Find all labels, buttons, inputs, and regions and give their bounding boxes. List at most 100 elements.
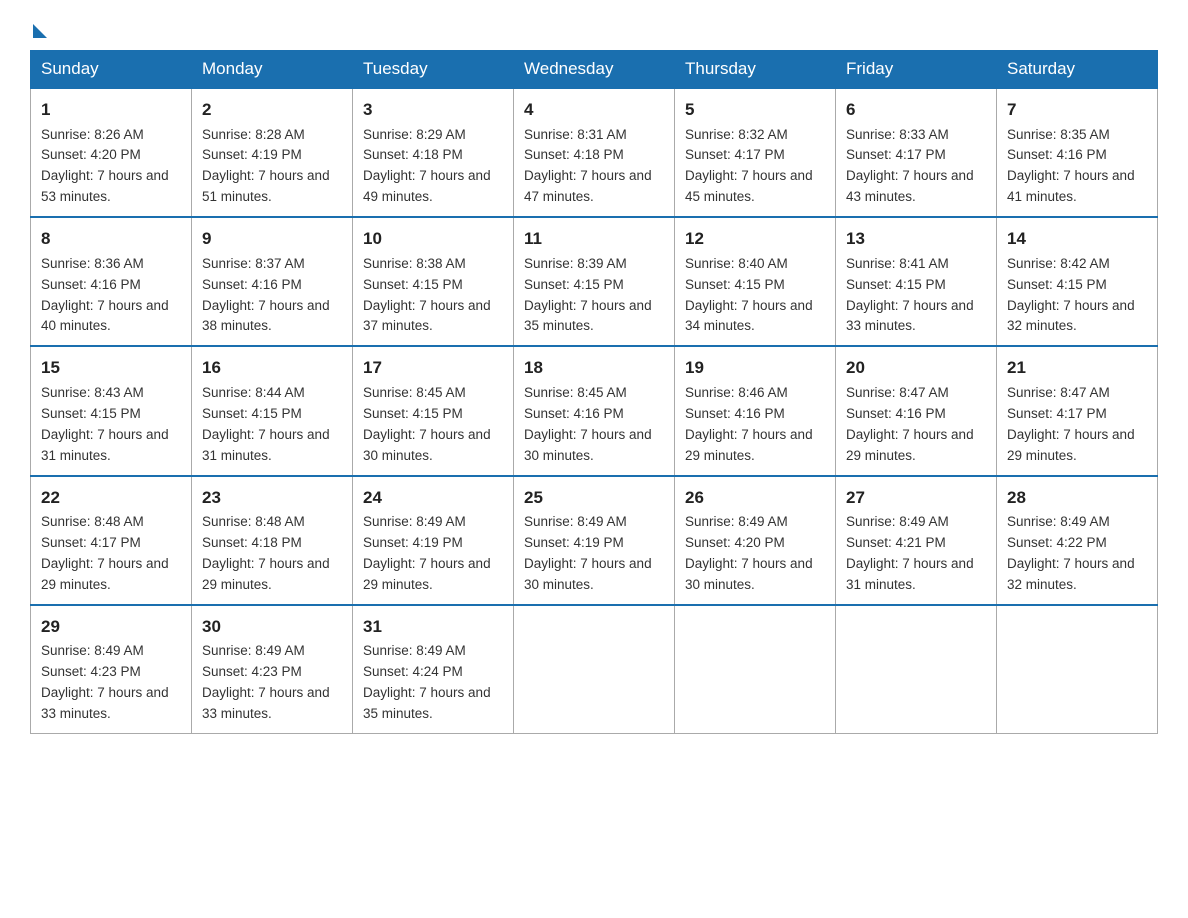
day-info: Sunrise: 8:32 AMSunset: 4:17 PMDaylight:… xyxy=(685,125,825,209)
day-number: 25 xyxy=(524,485,664,511)
day-number: 7 xyxy=(1007,97,1147,123)
day-info: Sunrise: 8:36 AMSunset: 4:16 PMDaylight:… xyxy=(41,254,181,338)
day-number: 26 xyxy=(685,485,825,511)
days-header-row: SundayMondayTuesdayWednesdayThursdayFrid… xyxy=(31,51,1158,89)
day-info: Sunrise: 8:33 AMSunset: 4:17 PMDaylight:… xyxy=(846,125,986,209)
day-info: Sunrise: 8:38 AMSunset: 4:15 PMDaylight:… xyxy=(363,254,503,338)
calendar-cell: 17 Sunrise: 8:45 AMSunset: 4:15 PMDaylig… xyxy=(353,346,514,475)
day-number: 21 xyxy=(1007,355,1147,381)
day-info: Sunrise: 8:48 AMSunset: 4:17 PMDaylight:… xyxy=(41,512,181,596)
calendar-cell: 8 Sunrise: 8:36 AMSunset: 4:16 PMDayligh… xyxy=(31,217,192,346)
page-header xyxy=(30,20,1158,34)
day-info: Sunrise: 8:47 AMSunset: 4:16 PMDaylight:… xyxy=(846,383,986,467)
day-info: Sunrise: 8:43 AMSunset: 4:15 PMDaylight:… xyxy=(41,383,181,467)
day-number: 5 xyxy=(685,97,825,123)
day-number: 28 xyxy=(1007,485,1147,511)
day-info: Sunrise: 8:46 AMSunset: 4:16 PMDaylight:… xyxy=(685,383,825,467)
calendar-cell: 11 Sunrise: 8:39 AMSunset: 4:15 PMDaylig… xyxy=(514,217,675,346)
day-number: 13 xyxy=(846,226,986,252)
day-number: 1 xyxy=(41,97,181,123)
day-info: Sunrise: 8:39 AMSunset: 4:15 PMDaylight:… xyxy=(524,254,664,338)
day-number: 29 xyxy=(41,614,181,640)
day-info: Sunrise: 8:44 AMSunset: 4:15 PMDaylight:… xyxy=(202,383,342,467)
logo xyxy=(30,20,47,34)
calendar-cell: 22 Sunrise: 8:48 AMSunset: 4:17 PMDaylig… xyxy=(31,476,192,605)
day-info: Sunrise: 8:47 AMSunset: 4:17 PMDaylight:… xyxy=(1007,383,1147,467)
day-info: Sunrise: 8:45 AMSunset: 4:16 PMDaylight:… xyxy=(524,383,664,467)
day-number: 30 xyxy=(202,614,342,640)
week-row-4: 22 Sunrise: 8:48 AMSunset: 4:17 PMDaylig… xyxy=(31,476,1158,605)
day-number: 27 xyxy=(846,485,986,511)
calendar-cell: 10 Sunrise: 8:38 AMSunset: 4:15 PMDaylig… xyxy=(353,217,514,346)
day-info: Sunrise: 8:49 AMSunset: 4:23 PMDaylight:… xyxy=(202,641,342,725)
day-info: Sunrise: 8:41 AMSunset: 4:15 PMDaylight:… xyxy=(846,254,986,338)
calendar-table: SundayMondayTuesdayWednesdayThursdayFrid… xyxy=(30,50,1158,734)
calendar-cell xyxy=(514,605,675,734)
day-header-wednesday: Wednesday xyxy=(514,51,675,89)
day-header-monday: Monday xyxy=(192,51,353,89)
calendar-cell: 29 Sunrise: 8:49 AMSunset: 4:23 PMDaylig… xyxy=(31,605,192,734)
calendar-cell: 15 Sunrise: 8:43 AMSunset: 4:15 PMDaylig… xyxy=(31,346,192,475)
week-row-2: 8 Sunrise: 8:36 AMSunset: 4:16 PMDayligh… xyxy=(31,217,1158,346)
day-info: Sunrise: 8:49 AMSunset: 4:22 PMDaylight:… xyxy=(1007,512,1147,596)
day-number: 11 xyxy=(524,226,664,252)
calendar-cell: 1 Sunrise: 8:26 AMSunset: 4:20 PMDayligh… xyxy=(31,88,192,217)
day-number: 24 xyxy=(363,485,503,511)
day-info: Sunrise: 8:49 AMSunset: 4:21 PMDaylight:… xyxy=(846,512,986,596)
day-number: 14 xyxy=(1007,226,1147,252)
week-row-3: 15 Sunrise: 8:43 AMSunset: 4:15 PMDaylig… xyxy=(31,346,1158,475)
day-info: Sunrise: 8:31 AMSunset: 4:18 PMDaylight:… xyxy=(524,125,664,209)
day-info: Sunrise: 8:45 AMSunset: 4:15 PMDaylight:… xyxy=(363,383,503,467)
calendar-cell: 21 Sunrise: 8:47 AMSunset: 4:17 PMDaylig… xyxy=(997,346,1158,475)
calendar-cell: 31 Sunrise: 8:49 AMSunset: 4:24 PMDaylig… xyxy=(353,605,514,734)
calendar-cell: 3 Sunrise: 8:29 AMSunset: 4:18 PMDayligh… xyxy=(353,88,514,217)
day-number: 10 xyxy=(363,226,503,252)
day-info: Sunrise: 8:49 AMSunset: 4:19 PMDaylight:… xyxy=(363,512,503,596)
day-info: Sunrise: 8:48 AMSunset: 4:18 PMDaylight:… xyxy=(202,512,342,596)
day-number: 16 xyxy=(202,355,342,381)
day-number: 3 xyxy=(363,97,503,123)
day-number: 23 xyxy=(202,485,342,511)
calendar-cell: 28 Sunrise: 8:49 AMSunset: 4:22 PMDaylig… xyxy=(997,476,1158,605)
day-number: 9 xyxy=(202,226,342,252)
calendar-cell: 23 Sunrise: 8:48 AMSunset: 4:18 PMDaylig… xyxy=(192,476,353,605)
calendar-cell: 6 Sunrise: 8:33 AMSunset: 4:17 PMDayligh… xyxy=(836,88,997,217)
calendar-cell: 16 Sunrise: 8:44 AMSunset: 4:15 PMDaylig… xyxy=(192,346,353,475)
day-info: Sunrise: 8:35 AMSunset: 4:16 PMDaylight:… xyxy=(1007,125,1147,209)
day-header-saturday: Saturday xyxy=(997,51,1158,89)
day-number: 6 xyxy=(846,97,986,123)
day-info: Sunrise: 8:28 AMSunset: 4:19 PMDaylight:… xyxy=(202,125,342,209)
calendar-cell: 2 Sunrise: 8:28 AMSunset: 4:19 PMDayligh… xyxy=(192,88,353,217)
calendar-cell: 4 Sunrise: 8:31 AMSunset: 4:18 PMDayligh… xyxy=(514,88,675,217)
calendar-cell xyxy=(675,605,836,734)
day-number: 17 xyxy=(363,355,503,381)
day-number: 18 xyxy=(524,355,664,381)
day-number: 2 xyxy=(202,97,342,123)
calendar-cell: 5 Sunrise: 8:32 AMSunset: 4:17 PMDayligh… xyxy=(675,88,836,217)
day-number: 19 xyxy=(685,355,825,381)
calendar-cell: 20 Sunrise: 8:47 AMSunset: 4:16 PMDaylig… xyxy=(836,346,997,475)
calendar-cell xyxy=(836,605,997,734)
day-number: 31 xyxy=(363,614,503,640)
calendar-cell: 14 Sunrise: 8:42 AMSunset: 4:15 PMDaylig… xyxy=(997,217,1158,346)
day-number: 15 xyxy=(41,355,181,381)
week-row-1: 1 Sunrise: 8:26 AMSunset: 4:20 PMDayligh… xyxy=(31,88,1158,217)
day-number: 22 xyxy=(41,485,181,511)
week-row-5: 29 Sunrise: 8:49 AMSunset: 4:23 PMDaylig… xyxy=(31,605,1158,734)
calendar-cell xyxy=(997,605,1158,734)
day-number: 20 xyxy=(846,355,986,381)
day-number: 12 xyxy=(685,226,825,252)
day-info: Sunrise: 8:26 AMSunset: 4:20 PMDaylight:… xyxy=(41,125,181,209)
day-info: Sunrise: 8:40 AMSunset: 4:15 PMDaylight:… xyxy=(685,254,825,338)
calendar-cell: 18 Sunrise: 8:45 AMSunset: 4:16 PMDaylig… xyxy=(514,346,675,475)
day-number: 4 xyxy=(524,97,664,123)
day-info: Sunrise: 8:42 AMSunset: 4:15 PMDaylight:… xyxy=(1007,254,1147,338)
day-info: Sunrise: 8:37 AMSunset: 4:16 PMDaylight:… xyxy=(202,254,342,338)
day-header-friday: Friday xyxy=(836,51,997,89)
calendar-cell: 13 Sunrise: 8:41 AMSunset: 4:15 PMDaylig… xyxy=(836,217,997,346)
day-info: Sunrise: 8:49 AMSunset: 4:19 PMDaylight:… xyxy=(524,512,664,596)
calendar-cell: 30 Sunrise: 8:49 AMSunset: 4:23 PMDaylig… xyxy=(192,605,353,734)
day-info: Sunrise: 8:29 AMSunset: 4:18 PMDaylight:… xyxy=(363,125,503,209)
day-number: 8 xyxy=(41,226,181,252)
calendar-cell: 27 Sunrise: 8:49 AMSunset: 4:21 PMDaylig… xyxy=(836,476,997,605)
